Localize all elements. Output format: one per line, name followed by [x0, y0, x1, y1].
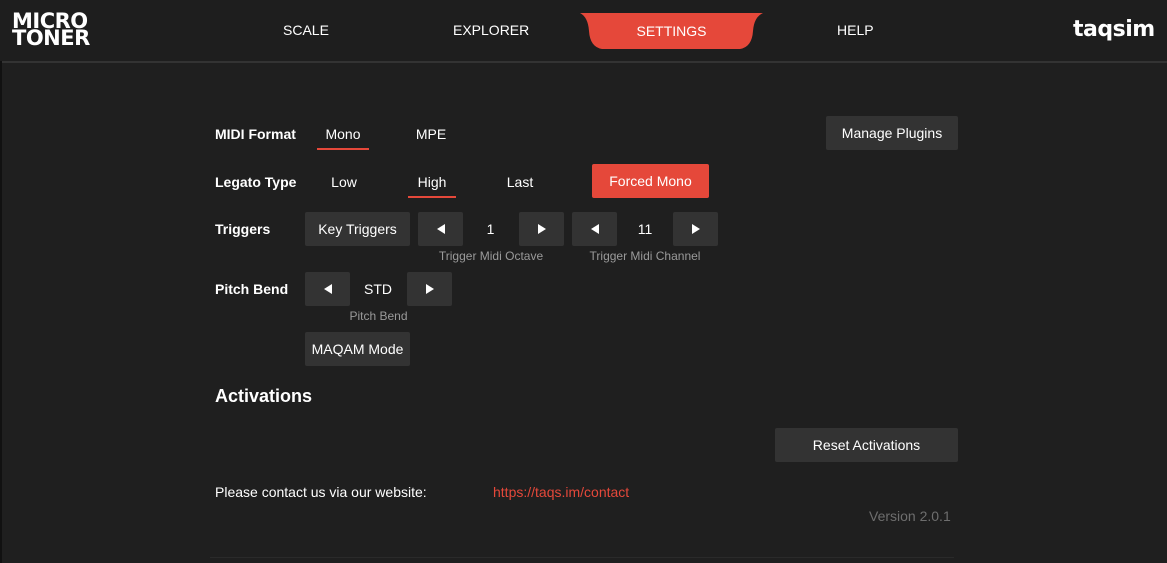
logo-line-2: TONER [12, 26, 90, 50]
legato-type-label: Legato Type [215, 174, 297, 190]
channel-increment-button[interactable] [673, 212, 718, 246]
triangle-left-icon [590, 224, 599, 234]
pitch-bend-value: STD [364, 281, 392, 297]
triggers-label: Triggers [215, 221, 271, 237]
triangle-right-icon [691, 224, 700, 234]
channel-decrement-button[interactable] [572, 212, 617, 246]
triangle-left-icon [436, 224, 445, 234]
pitch-bend-caption: Pitch Bend [349, 309, 408, 323]
midi-format-selected-indicator [317, 148, 369, 150]
pitch-bend-decrement-button[interactable] [305, 272, 350, 306]
triangle-left-icon [323, 284, 332, 294]
midi-format-option-mono[interactable]: Mono [317, 126, 369, 142]
tab-explorer[interactable]: EXPLORER [453, 22, 529, 38]
pitch-bend-increment-button[interactable] [407, 272, 452, 306]
channel-value: 11 [637, 221, 653, 237]
octave-decrement-button[interactable] [418, 212, 463, 246]
bottom-divider [210, 557, 954, 558]
activations-heading: Activations [215, 386, 313, 406]
legato-option-high[interactable]: High [406, 174, 458, 190]
triangle-right-icon [537, 224, 546, 234]
legato-option-last[interactable]: Last [494, 174, 546, 190]
app-window: MICRO TONER SCALE EXPLORER SETTINGS HELP… [0, 0, 1167, 563]
window-edge [0, 61, 2, 563]
midi-format-label: MIDI Format [215, 126, 296, 142]
maqam-mode-button[interactable]: MAQAM Mode [305, 332, 410, 366]
midi-format-option-mpe[interactable]: MPE [405, 126, 457, 142]
taqsim-logo: taqsim [1073, 17, 1155, 42]
octave-increment-button[interactable] [519, 212, 564, 246]
contact-text: Please contact us via our website: [215, 484, 427, 500]
tab-help[interactable]: HELP [837, 22, 874, 38]
manage-plugins-button[interactable]: Manage Plugins [826, 116, 958, 150]
octave-caption: Trigger Midi Octave [438, 249, 544, 263]
tab-scale[interactable]: SCALE [283, 22, 329, 38]
tab-settings[interactable]: SETTINGS [580, 13, 763, 49]
microtoner-logo: MICRO TONER [12, 11, 90, 50]
contact-link[interactable]: https://taqs.im/contact [493, 484, 629, 500]
forced-mono-button[interactable]: Forced Mono [592, 164, 709, 198]
channel-caption: Trigger Midi Channel [589, 249, 701, 263]
top-nav-bar: MICRO TONER SCALE EXPLORER SETTINGS HELP… [0, 0, 1167, 63]
legato-selected-indicator [408, 196, 456, 198]
legato-option-low[interactable]: Low [318, 174, 370, 190]
octave-value: 1 [486, 221, 495, 237]
triangle-right-icon [425, 284, 434, 294]
key-triggers-button[interactable]: Key Triggers [305, 212, 410, 246]
pitch-bend-label: Pitch Bend [215, 281, 289, 297]
version-text: Version 2.0.1 [869, 508, 951, 524]
reset-activations-button[interactable]: Reset Activations [775, 428, 958, 462]
